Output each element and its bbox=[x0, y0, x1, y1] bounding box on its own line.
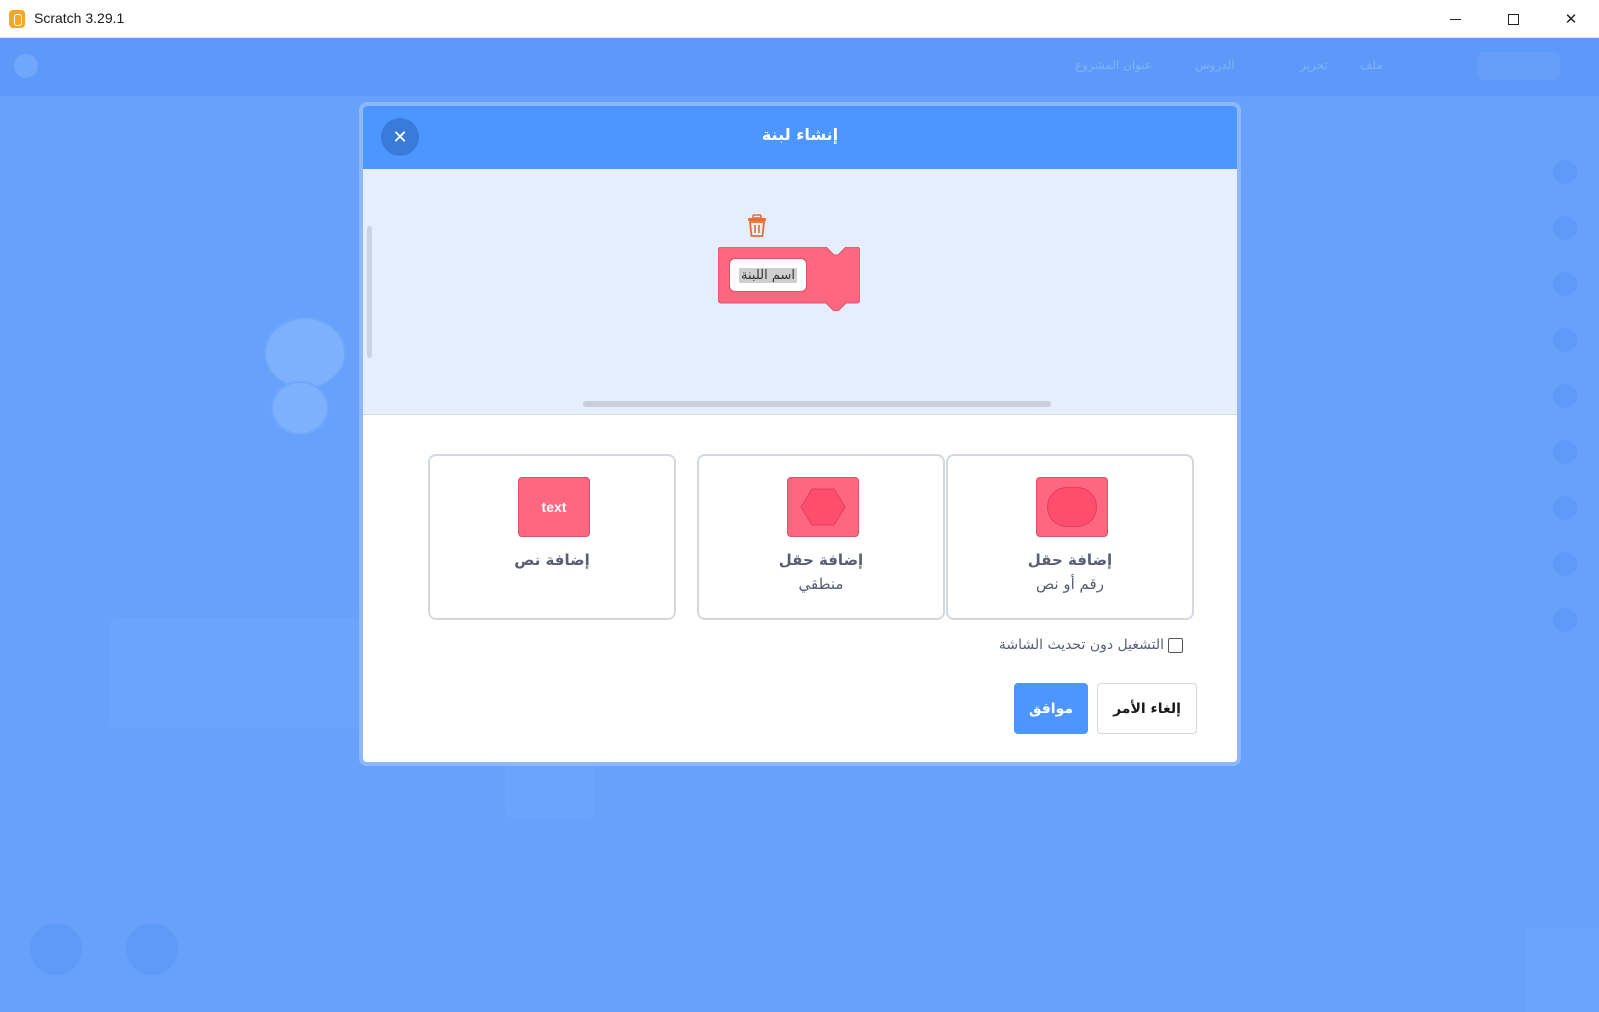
minimize-button[interactable] bbox=[1426, 0, 1484, 38]
ok-button[interactable]: موافق bbox=[1014, 683, 1088, 734]
add-label-option[interactable]: text إضافة نص bbox=[428, 454, 676, 620]
workspace-horizontal-scrollbar[interactable] bbox=[583, 401, 1051, 407]
add-number-text-input-option[interactable]: إضافة حقل رقم أو نص bbox=[946, 454, 1194, 620]
workspace-vertical-scrollbar[interactable] bbox=[367, 226, 372, 358]
scratch-app-icon bbox=[9, 10, 25, 28]
add-boolean-input-title: إضافة حقل bbox=[778, 551, 864, 569]
custom-block-preview[interactable]: اسم اللبنة bbox=[718, 247, 860, 311]
add-boolean-input-option[interactable]: إضافة حقل منطقي bbox=[697, 454, 945, 620]
divider bbox=[363, 414, 1237, 415]
number-text-input-icon bbox=[1036, 477, 1108, 537]
trash-icon[interactable] bbox=[747, 214, 767, 238]
run-without-refresh-row[interactable]: التشغيل دون تحديث الشاشة bbox=[983, 634, 1183, 656]
run-without-refresh-label: التشغيل دون تحديث الشاشة bbox=[998, 637, 1164, 653]
close-window-button[interactable]: ✕ bbox=[1542, 0, 1599, 38]
boolean-input-icon bbox=[787, 477, 859, 537]
text-label-icon: text bbox=[518, 477, 590, 537]
dialog-title: إنشاء لبنة bbox=[761, 125, 839, 144]
add-number-text-input-title: إضافة حقل bbox=[1027, 551, 1113, 569]
window-title: Scratch 3.29.1 bbox=[34, 10, 125, 26]
add-label-title: إضافة نص bbox=[514, 551, 590, 569]
add-number-text-input-subtitle: رقم أو نص bbox=[1036, 575, 1104, 593]
add-boolean-input-subtitle: منطقي bbox=[798, 575, 844, 593]
block-name-input[interactable]: اسم اللبنة bbox=[729, 258, 807, 292]
maximize-button[interactable] bbox=[1484, 0, 1542, 38]
dialog-header: إنشاء لبنة ✕ bbox=[363, 106, 1237, 169]
make-block-dialog: إنشاء لبنة ✕ اسم اللبنة text إضافة نص إض… bbox=[359, 102, 1241, 766]
run-without-refresh-checkbox[interactable] bbox=[1168, 637, 1183, 653]
block-preview-workspace: اسم اللبنة bbox=[363, 169, 1237, 414]
cancel-button[interactable]: إلغاء الأمر bbox=[1097, 683, 1197, 734]
window-titlebar: Scratch 3.29.1 ✕ bbox=[0, 0, 1599, 38]
dialog-close-button[interactable]: ✕ bbox=[381, 118, 419, 156]
